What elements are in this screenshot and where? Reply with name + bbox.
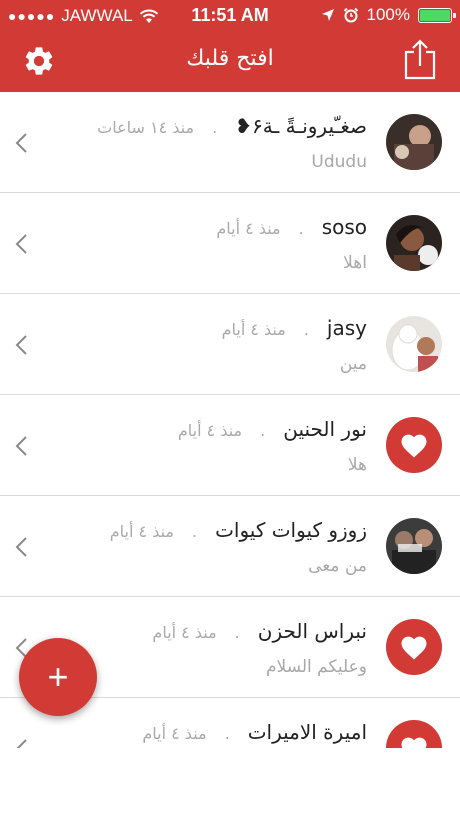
- timestamp: منذ ٤ أيام: [142, 724, 207, 743]
- chevron-left-icon: [16, 739, 27, 748]
- battery-icon: [418, 7, 456, 23]
- status-right: 100%: [321, 5, 456, 25]
- contact-name: jasy: [326, 316, 367, 340]
- share-icon[interactable]: [402, 38, 438, 80]
- message-preview: Ududu: [311, 152, 367, 172]
- conversation-header: اميرة الاميرات . منذ ٤ أيام: [142, 720, 367, 744]
- conversation-header: نبراس الحزن . منذ ٤ أيام: [152, 619, 367, 643]
- plus-icon: +: [47, 656, 69, 697]
- message-preview: هلا: [347, 455, 367, 475]
- contact-name: زوزو كيوات كيوات: [215, 518, 367, 542]
- message-preview: اهلا: [343, 253, 367, 273]
- separator-dot: .: [234, 623, 240, 642]
- separator-dot: .: [303, 320, 309, 339]
- conversation-row[interactable]: soso . منذ ٤ أيام اهلا: [0, 193, 460, 294]
- battery-fill: [420, 9, 450, 21]
- separator-dot: .: [260, 421, 266, 440]
- add-conversation-button[interactable]: +: [19, 638, 97, 716]
- avatar: [386, 114, 442, 170]
- separator-dot: .: [224, 724, 230, 743]
- timestamp: منذ ٤ أيام: [216, 219, 281, 238]
- conversation-row[interactable]: صغـّيرونـةً ـة۶❥ . منذ ١٤ ساعات Ududu: [0, 92, 460, 193]
- contact-name: اميرة الاميرات: [247, 720, 367, 744]
- message-preview: مين: [339, 354, 367, 374]
- chevron-left-icon: [15, 436, 27, 456]
- contact-name: soso: [321, 215, 367, 239]
- heart-icon: [401, 737, 427, 748]
- heart-icon: [401, 434, 427, 458]
- location-arrow-icon: [321, 9, 334, 21]
- conversation-header: jasy . منذ ٤ أيام: [222, 316, 367, 340]
- heart-icon: [401, 636, 427, 660]
- timestamp: منذ ٤ أيام: [221, 320, 286, 339]
- separator-dot: .: [192, 522, 198, 541]
- message-preview: وعليكم السلام: [266, 657, 367, 677]
- conversation-header: soso . منذ ٤ أيام: [216, 215, 367, 239]
- chevron-left-icon: [15, 537, 27, 557]
- conversation-header: صغـّيرونـةً ـة۶❥ . منذ ١٤ ساعات: [97, 114, 367, 138]
- navigation-bar: افتح قلبك: [0, 32, 460, 92]
- battery-percent: 100%: [366, 5, 410, 24]
- chevron-left-icon: [15, 234, 27, 254]
- avatar: [386, 619, 442, 675]
- separator-dot: .: [212, 118, 218, 137]
- avatar: [386, 316, 442, 372]
- timestamp: منذ ١٤ ساعات: [97, 118, 195, 137]
- conversation-row[interactable]: نور الحنين . منذ ٤ أيام هلا: [0, 395, 460, 496]
- avatar: [386, 720, 442, 748]
- timestamp: منذ ٤ أيام: [177, 421, 243, 440]
- timestamp: منذ ٤ أيام: [152, 623, 217, 642]
- conversation-row[interactable]: زوزو كيوات كيوات . منذ ٤ أيام من معى: [0, 496, 460, 597]
- avatar: [386, 518, 442, 574]
- page-title: افتح قلبك: [186, 46, 274, 71]
- contact-name: صغـّيرونـةً ـة۶❥: [235, 114, 367, 138]
- separator-dot: .: [298, 219, 304, 238]
- conversation-row[interactable]: jasy . منذ ٤ أيام مين: [0, 294, 460, 395]
- chevron-left-icon: [15, 335, 27, 355]
- chevron-left-icon: [15, 133, 27, 153]
- conversation-header: نور الحنين . منذ ٤ أيام: [178, 417, 367, 441]
- timestamp: منذ ٤ أيام: [109, 522, 174, 541]
- status-bar: ●●●●● JAWWAL 11:51 AM 100%: [0, 0, 460, 32]
- contact-name: نور الحنين: [283, 417, 367, 441]
- conversation-header: زوزو كيوات كيوات . منذ ٤ أيام: [110, 518, 367, 542]
- avatar: [386, 215, 442, 271]
- alarm-clock-icon: [343, 7, 358, 23]
- contact-name: نبراس الحزن: [257, 619, 367, 643]
- avatar: [386, 417, 442, 473]
- message-preview: من معى: [308, 556, 367, 576]
